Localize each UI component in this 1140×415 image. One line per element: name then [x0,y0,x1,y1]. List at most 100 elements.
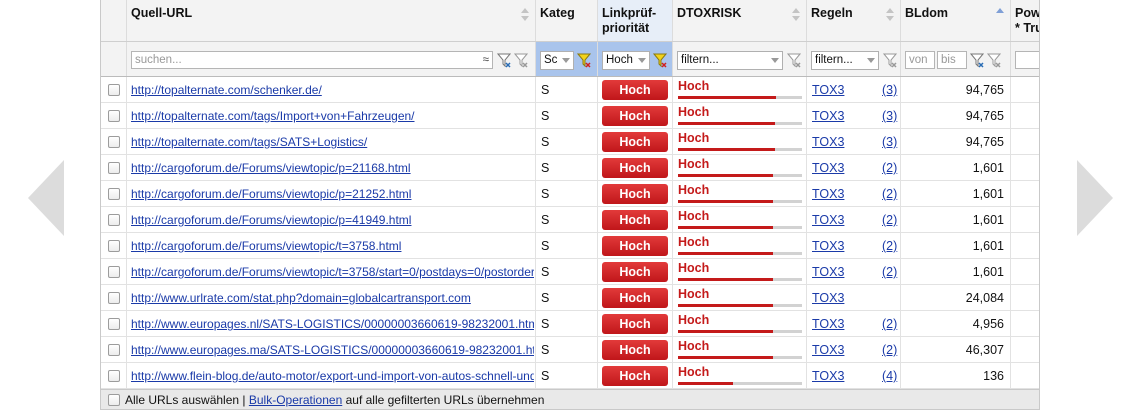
prio-button[interactable]: Hoch [602,210,668,230]
filter-clear-icon[interactable] [987,52,1001,68]
regel-count-link[interactable]: (3) [882,83,897,97]
bldom-to-input[interactable]: bis [937,51,967,69]
regeln-filter-select[interactable]: filtern... [811,51,879,70]
sort-icon[interactable] [886,8,894,22]
regel-count-link[interactable]: (2) [882,161,897,175]
row-checkbox[interactable] [108,84,120,96]
sort-ascending-icon[interactable] [996,8,1004,22]
prio-button[interactable]: Hoch [602,340,668,360]
table-row[interactable]: http://topalternate.com/tags/SATS+Logist… [101,129,1039,155]
prio-button[interactable]: Hoch [602,288,668,308]
table-row[interactable]: http://cargoforum.de/Forums/viewtopic/p=… [101,181,1039,207]
regel-count-link[interactable]: (2) [882,343,897,357]
regel-count-link[interactable]: (3) [882,109,897,123]
prio-button[interactable]: Hoch [602,314,668,334]
source-url-link[interactable]: http://topalternate.com/tags/SATS+Logist… [131,135,534,149]
prio-button[interactable]: Hoch [602,80,668,100]
bulk-operations-link[interactable]: Bulk-Operationen [249,393,342,407]
source-url-link[interactable]: http://www.europages.ma/SATS-LOGISTICS/0… [131,343,534,357]
prio-button[interactable]: Hoch [602,132,668,152]
source-url-link[interactable]: http://www.urlrate.com/stat.php?domain=g… [131,291,534,305]
regel-count-link[interactable]: (2) [882,187,897,201]
filter-clear-icon[interactable] [883,52,897,68]
prio-button[interactable]: Hoch [602,184,668,204]
source-url-link[interactable]: http://www.europages.nl/SATS-LOGISTICS/0… [131,317,534,331]
row-checkbox[interactable] [108,370,120,382]
table-row[interactable]: http://cargoforum.de/Forums/viewtopic/t=… [101,233,1039,259]
table-row[interactable]: http://www.urlrate.com/stat.php?domain=g… [101,285,1039,311]
bldom-from-input[interactable]: von [905,51,935,69]
filter-icon[interactable] [497,52,511,68]
regel-link[interactable]: TOX3 [812,161,844,175]
kategorie-filter-select[interactable]: Sc [540,51,574,70]
sort-icon[interactable] [521,8,529,22]
regel-count-link[interactable]: (3) [882,135,897,149]
row-checkbox[interactable] [108,110,120,122]
table-row[interactable]: http://www.flein-blog.de/auto-motor/expo… [101,363,1039,389]
source-url-link[interactable]: http://topalternate.com/schenker.de/ [131,83,534,97]
row-checkbox[interactable] [108,344,120,356]
source-url-link[interactable]: http://topalternate.com/tags/Import+von+… [131,109,534,123]
row-checkbox[interactable] [108,266,120,278]
regel-count-link[interactable]: (2) [882,317,897,331]
row-checkbox[interactable] [108,318,120,330]
table-row[interactable]: http://cargoforum.de/Forums/viewtopic/p=… [101,207,1039,233]
sort-icon[interactable] [792,8,800,22]
column-header-prio[interactable]: Linkprüf- priorität [598,0,673,41]
select-all-checkbox[interactable] [108,394,120,406]
regel-count-link[interactable]: (4) [882,369,897,383]
table-row[interactable]: http://topalternate.com/schenker.de/ S H… [101,77,1039,103]
table-row[interactable]: http://topalternate.com/tags/Import+von+… [101,103,1039,129]
column-header-url[interactable]: Quell-URL [127,0,536,41]
regel-link[interactable]: TOX3 [812,369,844,383]
regel-link[interactable]: TOX3 [812,265,844,279]
table-row[interactable]: http://www.europages.ma/SATS-LOGISTICS/0… [101,337,1039,363]
row-checkbox[interactable] [108,188,120,200]
source-url-link[interactable]: http://cargoforum.de/Forums/viewtopic/p=… [131,161,534,175]
row-checkbox[interactable] [108,162,120,174]
regel-link[interactable]: TOX3 [812,343,844,357]
prio-button[interactable]: Hoch [602,262,668,282]
regel-link[interactable]: TOX3 [812,187,844,201]
dtox-filter-select[interactable]: filtern... [677,51,783,70]
filter-active-icon[interactable] [577,52,591,68]
source-url-link[interactable]: http://www.flein-blog.de/auto-motor/expo… [131,369,534,383]
source-url-link[interactable]: http://cargoforum.de/Forums/viewtopic/t=… [131,239,534,253]
column-header-regeln[interactable]: Regeln [807,0,901,41]
row-checkbox[interactable] [108,292,120,304]
filter-icon[interactable] [970,52,984,68]
column-header-bldom[interactable]: BLdom [901,0,1011,41]
table-row[interactable]: http://www.europages.nl/SATS-LOGISTICS/0… [101,311,1039,337]
url-search-input[interactable]: suchen... ≈ [131,51,493,69]
filter-clear-icon[interactable] [514,52,528,68]
table-row[interactable]: http://cargoforum.de/Forums/viewtopic/p=… [101,155,1039,181]
prio-button[interactable]: Hoch [602,158,668,178]
regel-link[interactable]: TOX3 [812,109,844,123]
prio-button[interactable]: Hoch [602,366,668,386]
regel-link[interactable]: TOX3 [812,239,844,253]
prio-filter-select[interactable]: Hoch [602,51,650,70]
row-checkbox[interactable] [108,136,120,148]
row-checkbox[interactable] [108,240,120,252]
source-url-link[interactable]: http://cargoforum.de/Forums/viewtopic/t=… [131,265,534,279]
column-header-dtox[interactable]: DTOXRISK [673,0,807,41]
row-checkbox[interactable] [108,214,120,226]
column-header-pow[interactable]: Pow * Tru [1011,0,1039,41]
regel-count-link[interactable]: (2) [882,265,897,279]
filter-clear-icon[interactable] [787,52,801,68]
chevron-right-icon[interactable] [1077,160,1113,236]
table-row[interactable]: http://cargoforum.de/Forums/viewtopic/t=… [101,259,1039,285]
pow-filter-input[interactable] [1015,51,1039,69]
regel-count-link[interactable]: (2) [882,213,897,227]
source-url-link[interactable]: http://cargoforum.de/Forums/viewtopic/p=… [131,213,534,227]
prio-button[interactable]: Hoch [602,236,668,256]
prio-button[interactable]: Hoch [602,106,668,126]
source-url-link[interactable]: http://cargoforum.de/Forums/viewtopic/p=… [131,187,534,201]
regel-link[interactable]: TOX3 [812,291,844,305]
regel-link[interactable]: TOX3 [812,83,844,97]
chevron-left-icon[interactable] [28,160,64,236]
filter-active-icon[interactable] [653,52,667,68]
regel-count-link[interactable]: (2) [882,239,897,253]
regel-link[interactable]: TOX3 [812,213,844,227]
column-header-kategorie[interactable]: Kateg [536,0,598,41]
